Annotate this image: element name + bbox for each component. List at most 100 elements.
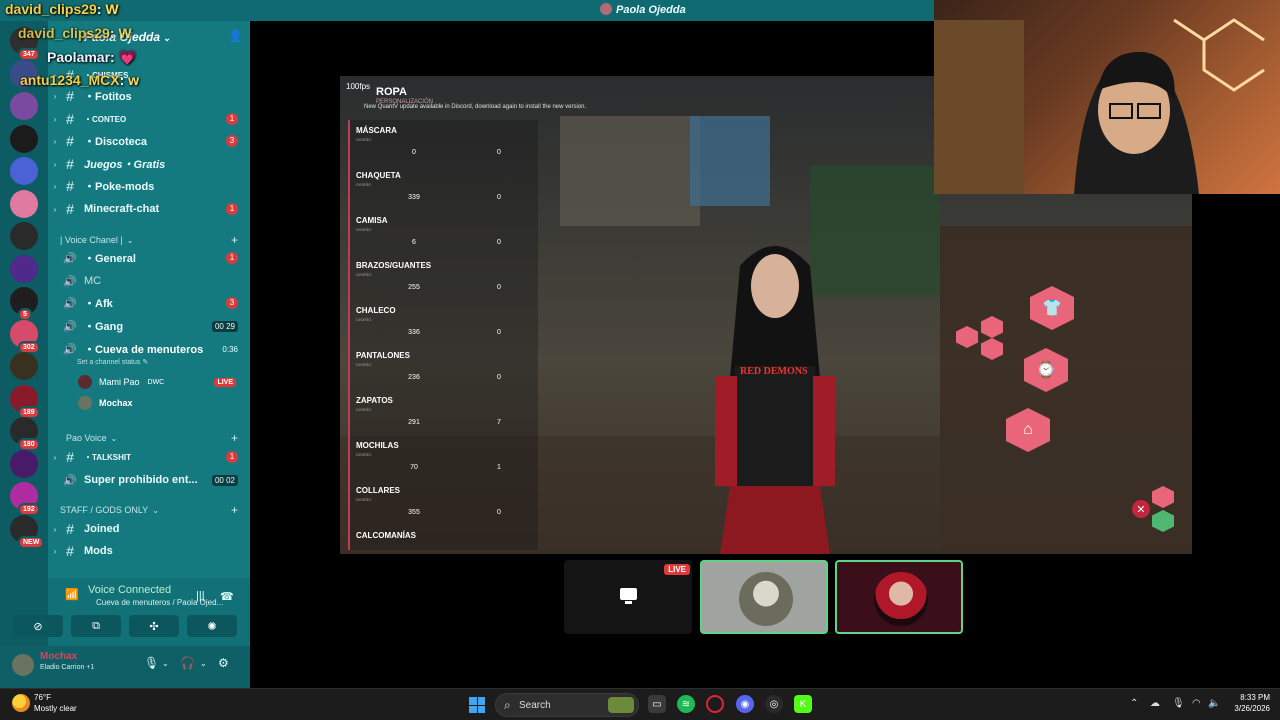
opera-gx-icon[interactable] — [706, 695, 724, 713]
server-icon[interactable] — [10, 449, 38, 478]
weather-temperature[interactable]: 76°F — [34, 693, 51, 702]
add-channel-icon[interactable]: + — [231, 503, 238, 517]
server-icon[interactable] — [10, 124, 38, 153]
wifi-icon[interactable]: ◠ — [1192, 698, 1201, 709]
clothing-section[interactable]: PANTALONES DISEÑO 236 0 — [356, 351, 541, 396]
weather-icon[interactable] — [12, 694, 30, 712]
channel-poke-mods[interactable]: › # ・Poke-mods — [48, 176, 250, 196]
close-icon[interactable]: ✕ — [1132, 500, 1150, 518]
obs-icon[interactable]: ◎ — [765, 695, 783, 713]
server-icon[interactable]: 189 — [10, 384, 40, 419]
microphone-icon[interactable]: 🎙 — [144, 656, 159, 670]
channel-conteo[interactable]: › # ・CONTEO 1 — [48, 109, 250, 129]
server-icon[interactable]: 5 — [10, 287, 38, 321]
collapse-arrow-icon: › — [53, 524, 57, 534]
server-icon[interactable]: 192 — [10, 482, 40, 516]
overlay-chat-line: antu1234_MCX: w — [20, 72, 140, 88]
server-icon[interactable] — [10, 92, 38, 120]
clothing-section[interactable]: CHAQUETA DISEÑO 339 0 — [356, 171, 541, 216]
server-icon[interactable] — [10, 352, 38, 380]
voice-user-mochax[interactable]: Mochax — [78, 394, 248, 412]
clothing-section[interactable]: MÁSCARA DISEÑO 0 0 — [356, 126, 541, 171]
screen-share-tile[interactable]: LIVE — [564, 560, 692, 634]
participant-tile-paola[interactable] — [835, 560, 963, 634]
design-value: 70 — [410, 464, 418, 471]
settings-gear-icon[interactable]: ⚙ — [218, 656, 229, 670]
search-highlight-icon — [608, 697, 634, 713]
clothing-section[interactable]: CAMISA DISEÑO 6 0 — [356, 216, 541, 261]
clock-date[interactable]: 3/26/2026 — [1226, 704, 1270, 713]
voice-user-mami-pao[interactable]: Mami Pao DWC LIVE — [78, 373, 248, 391]
server-icon[interactable]: 180 — [10, 417, 40, 451]
category-pao-voice[interactable]: Pao Voice ⌄ + — [60, 430, 250, 446]
activities-button[interactable]: ✣ — [129, 615, 179, 637]
texture-value: 0 — [497, 374, 501, 381]
category-staff[interactable]: STAFF / GODS ONLY ⌄ + — [60, 502, 250, 518]
channel-discoteca[interactable]: › # ・Discoteca 3 — [48, 131, 250, 151]
microphone-tray-icon[interactable]: 🎙 — [1172, 698, 1185, 709]
discord-icon[interactable]: ◉ — [736, 695, 754, 713]
server-icon[interactable] — [10, 254, 38, 283]
channel-mods[interactable]: › # Mods — [48, 541, 250, 561]
clothing-section[interactable]: ZAPATOS DISEÑO 291 7 — [356, 396, 541, 441]
voice-channel-mc[interactable]: 🔊 MC — [48, 271, 250, 291]
fps-counter: 100fps — [346, 82, 371, 91]
channel-fotitos[interactable]: › # ・Fotitos — [48, 86, 250, 106]
clothing-section[interactable]: BRAZOS/GUANTES DISEÑO 255 0 — [356, 261, 541, 306]
camera-off-button[interactable]: ⊘ — [13, 615, 63, 637]
channel-joined[interactable]: › # Joined — [48, 519, 250, 539]
clothing-section[interactable]: MOCHILAS DISEÑO 70 1 — [356, 441, 541, 486]
voice-channel-afk[interactable]: 🔊 ・Afk 3 — [48, 293, 250, 313]
windows-start-icon[interactable] — [469, 697, 485, 713]
clothing-menu: MÁSCARA DISEÑO 0 0 CHAQUETA DISEÑO 339 0 CAMIS… — [348, 120, 538, 550]
channel-status-hint[interactable]: Set a channel status ✎ — [77, 358, 148, 366]
avatar[interactable] — [12, 654, 34, 676]
clock-time[interactable]: 8:33 PM — [1226, 693, 1270, 702]
task-view-icon[interactable]: ▭ — [648, 695, 666, 713]
spotify-icon[interactable]: ≋ — [677, 695, 695, 713]
voice-user-name: Mochax — [99, 398, 133, 408]
onedrive-icon[interactable]: ☁ — [1150, 698, 1160, 709]
voice-channel-gang[interactable]: 🔊 ・Gang 00 29 — [48, 316, 250, 336]
signal-icon[interactable]: 📶 — [65, 588, 79, 601]
clothing-section[interactable]: CHALECO DISEÑO 336 0 — [356, 306, 541, 351]
avatar — [78, 375, 92, 389]
section-name: CHALECO — [356, 306, 396, 315]
channel-minecraft-chat[interactable]: › # Minecraft-chat 1 — [48, 199, 250, 219]
channel-juegos-gratis[interactable]: › # Juegos・Gratis — [48, 154, 250, 174]
server-icon[interactable]: NEW — [10, 514, 45, 549]
volume-icon[interactable]: 🔈 — [1208, 698, 1220, 709]
texture-value: 1 — [497, 464, 501, 471]
server-icon[interactable] — [10, 157, 38, 185]
soundboard-button[interactable]: ✺ — [187, 615, 237, 637]
section-name: MOCHILAS — [356, 441, 399, 450]
headphones-icon[interactable]: 🎧 — [180, 656, 195, 670]
tray-overflow-icon[interactable]: ⌃ — [1130, 698, 1138, 709]
taskbar-search[interactable]: ⌕ Search — [495, 693, 639, 717]
invite-user-icon[interactable]: 👤 — [228, 29, 243, 43]
weather-description[interactable]: Mostly clear — [34, 704, 77, 713]
server-icon[interactable] — [10, 189, 38, 218]
add-channel-icon[interactable]: + — [231, 233, 238, 247]
chevron-down-icon[interactable]: ⌄ — [162, 659, 169, 668]
disconnect-icon[interactable]: ☎ — [220, 590, 234, 603]
section-name: CAMISA — [356, 216, 388, 225]
soundboard-icon[interactable]: ||| — [196, 590, 205, 602]
overlay-chat-line: david_clips29: W — [18, 25, 132, 41]
clothing-section[interactable]: COLLARES DISEÑO 355 0 — [356, 486, 541, 531]
clothing-section[interactable]: CALCOMANÍAS — [356, 531, 541, 554]
hash-icon: # — [66, 88, 74, 104]
kick-icon[interactable]: K — [794, 695, 812, 713]
unread-badge: 3 — [226, 135, 238, 147]
category-voice-chanel[interactable]: | Voice Chanel | ⌄ + — [60, 232, 250, 248]
screen-share-button[interactable]: ⧉ — [71, 615, 121, 637]
voice-channel-cueva[interactable]: 🔊 ・Cueva de menuteros 0:36 — [48, 339, 250, 359]
chevron-down-icon[interactable]: ⌄ — [200, 659, 207, 668]
channel-talkshit[interactable]: › # ・TALKSHIT 1 — [48, 447, 250, 467]
participant-tile-mochax[interactable] — [700, 560, 828, 634]
server-icon[interactable] — [10, 222, 38, 250]
server-icon[interactable]: 302 — [10, 319, 40, 354]
voice-channel-general[interactable]: 🔊 ・General 1 — [48, 248, 250, 268]
add-channel-icon[interactable]: + — [231, 431, 238, 445]
voice-channel-super-prohibido[interactable]: 🔊 Super prohibido ent... 00 02 — [48, 470, 250, 490]
